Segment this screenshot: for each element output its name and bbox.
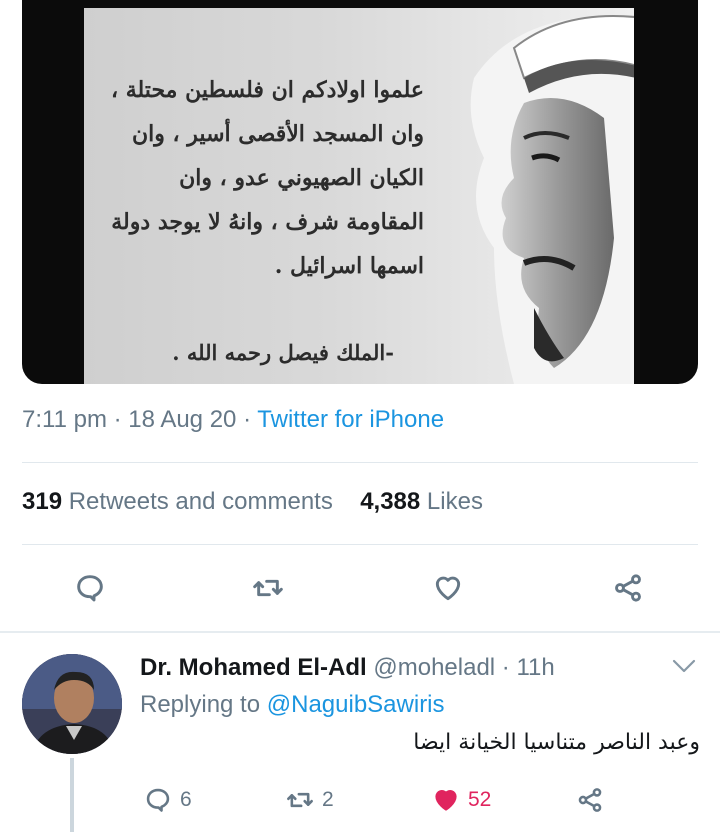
- quote-signature: -الملك فيصل رحمه الله .: [172, 340, 394, 365]
- retweet-button[interactable]: [248, 568, 288, 608]
- reply-header: Dr. Mohamed El-Adl @moheladl · 11h: [140, 654, 555, 681]
- retweets-label: Retweets and comments: [68, 488, 333, 515]
- replying-mention-link[interactable]: @NaguibSawiris: [267, 691, 445, 718]
- reply-like-button[interactable]: 52: [432, 782, 491, 818]
- section-separator: [0, 631, 720, 633]
- heart-icon: [435, 790, 457, 811]
- tweet-source-link[interactable]: Twitter for iPhone: [257, 406, 444, 433]
- comment-button[interactable]: [70, 568, 110, 608]
- reply-share-button[interactable]: [576, 782, 604, 818]
- divider: [22, 544, 698, 545]
- avatar-image: [22, 654, 122, 754]
- quote-line: الكيان الصهيوني عدو ، وان: [179, 165, 424, 191]
- reply-text: وعبد الناصر متناسيا الخيانة ايضا: [413, 730, 700, 755]
- quote-line: اسمها اسرائيل .: [274, 253, 424, 279]
- reply-author-handle[interactable]: @moheladl: [373, 654, 495, 681]
- replying-to: Replying to @NaguibSawiris: [140, 691, 445, 719]
- tweet-action-bar: [0, 568, 720, 612]
- reply-author-name[interactable]: Dr. Mohamed El-Adl: [140, 654, 367, 681]
- retweet-icon: [253, 579, 283, 597]
- likes-count: 4,388: [360, 488, 421, 515]
- reply-tweet[interactable]: Dr. Mohamed El-Adl @moheladl · 11h Reply…: [0, 634, 720, 832]
- quote-line: وان المسجد الأقصى أسير ، وان: [131, 121, 424, 147]
- quote-photo: علموا اولادكم ان فلسطين محتلة ، وان المس…: [84, 8, 634, 384]
- portrait-illustration: [470, 15, 634, 384]
- reply-retweet-button[interactable]: 2: [286, 782, 334, 818]
- likes-label: Likes: [426, 488, 483, 515]
- tweet-stats: 319 Retweets and comments 4,388 Likes: [22, 488, 483, 516]
- reply-comment-button[interactable]: 6: [144, 782, 192, 818]
- reply-age: 11h: [516, 654, 555, 681]
- chevron-down-icon: [672, 659, 696, 673]
- share-icon: [615, 574, 641, 602]
- tweet-time: 7:11 pm: [22, 406, 107, 433]
- replying-label: Replying to: [140, 691, 261, 718]
- comment-icon: [146, 788, 170, 812]
- share-button[interactable]: [608, 568, 648, 608]
- retweet-icon: [287, 792, 313, 808]
- avatar[interactable]: [22, 654, 122, 754]
- reply-action-bar: 6 2 52: [0, 782, 720, 822]
- tweet-date: 18 Aug 20: [128, 406, 237, 433]
- reply-comment-count: 6: [180, 788, 192, 811]
- retweets-stat[interactable]: 319 Retweets and comments: [22, 488, 340, 515]
- retweets-count: 319: [22, 488, 63, 515]
- tweet-menu-button[interactable]: [670, 656, 698, 676]
- reply-like-count: 52: [468, 788, 492, 811]
- comment-icon: [77, 575, 103, 602]
- tweet-media-image[interactable]: علموا اولادكم ان فلسطين محتلة ، وان المس…: [22, 0, 698, 384]
- divider: [22, 462, 698, 463]
- likes-stat[interactable]: 4,388 Likes: [360, 488, 483, 515]
- share-icon: [578, 788, 602, 812]
- like-button[interactable]: [428, 568, 468, 608]
- quote-line: علموا اولادكم ان فلسطين محتلة ،: [110, 77, 424, 103]
- quote-line: المقاومة شرف ، وانهُ لا يوجد دولة: [111, 209, 424, 235]
- heart-icon: [435, 576, 461, 601]
- reply-retweet-count: 2: [322, 788, 334, 811]
- tweet-timestamp: 7:11 pm · 18 Aug 20 · Twitter for iPhone: [22, 406, 445, 433]
- quote-text: علموا اولادكم ان فلسطين محتلة ، وان المس…: [94, 68, 424, 288]
